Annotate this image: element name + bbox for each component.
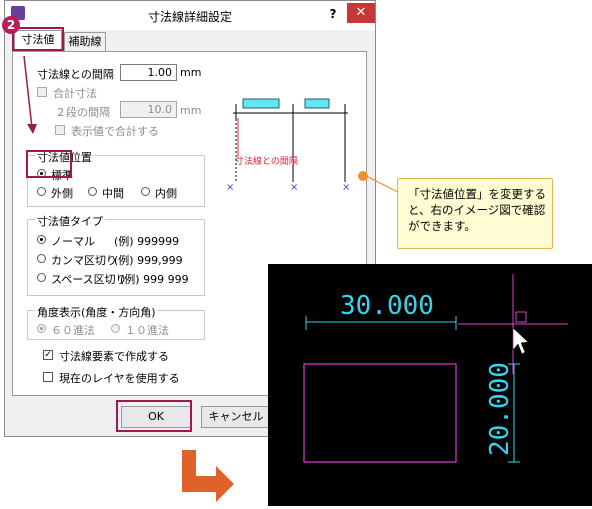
close-icon: ✕ [355,5,367,20]
pointer-arrow [23,55,37,134]
position-preview: 寸法線との間隔 × × × [213,60,363,220]
second-gap-label: ２段の間隔 [55,106,110,119]
type-normal-radio[interactable] [37,235,46,244]
cad-horizontal-dim-text: 30.000 [340,291,434,321]
preview-value-box-left [242,98,280,109]
second-gap-unit: mm [180,104,202,117]
angle-sexagesimal-radio[interactable] [37,324,46,333]
cad-preview: 30.000 20.000 [268,264,592,506]
callout-connector-line [365,175,399,193]
close-button[interactable]: ✕ [347,3,375,23]
help-button[interactable]: ? [323,5,343,23]
angle-decimal-label: １０進法 [125,324,169,337]
second-gap-input[interactable]: 10.0 [120,101,177,118]
type-group-title: 寸法値タイプ [35,213,105,229]
gap-unit: mm [180,66,202,79]
position-middle-radio[interactable] [88,187,97,196]
create-element-label: 寸法線要素で作成する [59,350,169,363]
type-normal-example: (例) 999999 [114,235,180,248]
position-inner-radio[interactable] [141,187,150,196]
preview-diagram: 寸法線との間隔 × × × [213,60,363,220]
flow-arrow [182,450,234,502]
cad-snap-box [515,311,527,323]
tab-auxiliary-line[interactable]: 補助線 [64,32,106,51]
cad-rectangle [303,363,457,463]
callout-connector [365,175,399,193]
preview-value-box-right [304,98,330,109]
cancel-button[interactable]: キャンセル [201,406,271,428]
create-element-checkbox[interactable]: ✓ [43,350,53,360]
use-current-layer-checkbox[interactable] [43,372,53,382]
type-space-radio[interactable] [37,273,46,282]
type-comma-example: (例) 999,999 [114,254,183,267]
preview-cross-right: × [342,182,350,193]
type-space-example: (例) 999 999 [120,273,189,286]
preview-cross-left: × [226,182,234,193]
position-outer-radio[interactable] [37,187,46,196]
pointer-arrow-line [23,55,33,129]
preview-cross-middle: × [290,182,298,193]
dialog-title: 寸法線詳細設定 [147,10,232,24]
cad-drawing: 30.000 20.000 [303,274,568,463]
cad-cursor-icon [512,327,529,355]
angle-group-title: 角度表示(角度・方向角) [35,304,158,320]
callout-text: 「寸法値位置」を変更すると、右のイメージ図で確認ができます。 [408,187,546,233]
callout-note: 「寸法値位置」を変更すると、右のイメージ図で確認ができます。 [397,178,553,249]
cad-vertical-dim-text: 20.000 [485,362,515,456]
type-normal-label: ノーマル [51,235,95,248]
position-outer-label: 外側 [51,187,73,200]
use-current-layer-label: 現在のレイヤを使用する [59,372,180,385]
pointer-arrow-head [27,124,37,134]
preview-gap-text: 寸法線との間隔 [235,155,298,167]
angle-sexagesimal-label: ６０進法 [51,324,95,337]
type-space-label: スペース区切り [51,273,127,286]
ok-highlight [116,400,192,432]
type-comma-radio[interactable] [37,254,46,263]
flow-arrow-shape [182,450,234,502]
show-total-label: 表示値で合計する [71,125,159,138]
title-bar[interactable]: 寸法線詳細設定 ? ✕ [5,1,375,30]
position-highlight [26,150,72,178]
position-inner-label: 内側 [155,187,177,200]
angle-decimal-radio[interactable] [111,324,120,333]
position-middle-label: 中間 [102,187,124,200]
type-comma-label: カンマ区切り [51,254,117,267]
gap-input[interactable]: 1.00 [120,64,177,81]
